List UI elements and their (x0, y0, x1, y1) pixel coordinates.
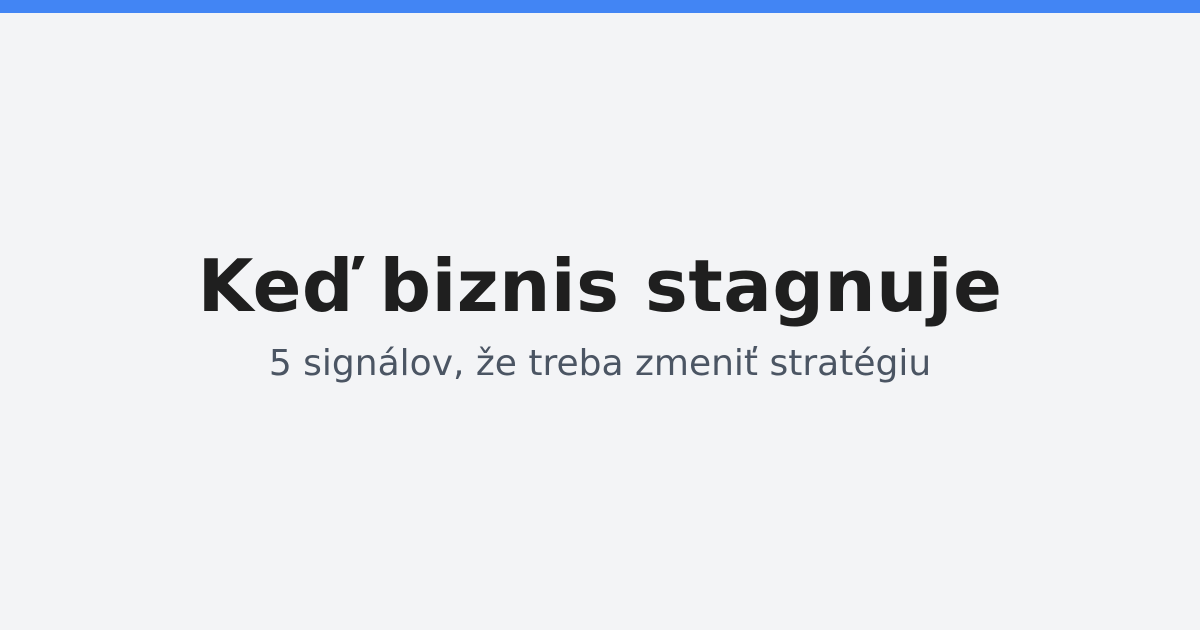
page-subtitle: 5 signálov, že treba zmeniť stratégiu (268, 343, 932, 385)
hero: Keď biznis stagnuje 5 signálov, že treba… (0, 0, 1200, 630)
page-title: Keď biznis stagnuje (197, 244, 1003, 329)
